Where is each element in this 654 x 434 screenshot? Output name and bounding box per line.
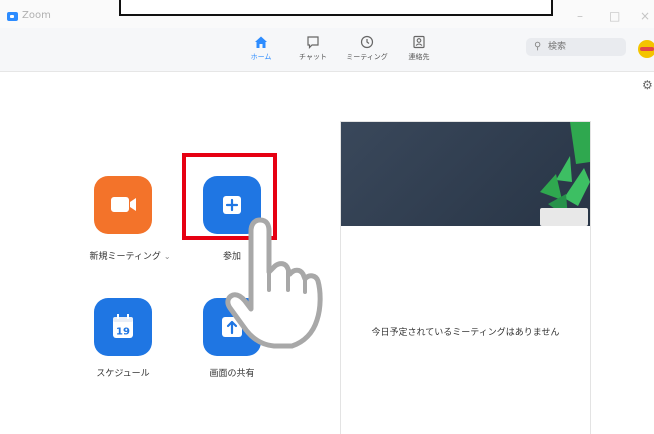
calendar-icon: 19 <box>113 314 133 338</box>
schedule-button[interactable]: 19 <box>94 298 152 356</box>
contacts-icon <box>413 35 425 49</box>
avatar[interactable] <box>638 40 654 58</box>
home-icon <box>255 36 267 48</box>
zoom-logo-icon <box>7 12 18 21</box>
chat-icon <box>307 36 319 49</box>
tab-chat[interactable]: チャット <box>289 34 337 62</box>
new-meeting-button[interactable] <box>94 176 152 234</box>
nav-bar: ホーム チャット ミーティング 連絡先 ⚲ <box>0 28 654 72</box>
share-screen-label: 画面の共有 <box>209 369 255 379</box>
tab-home-label: ホーム <box>250 53 272 61</box>
schedule-label: スケジュール <box>96 369 150 379</box>
close-button[interactable]: × <box>640 10 650 22</box>
tab-meetings[interactable]: ミーティング <box>343 34 391 62</box>
tab-meetings-label: ミーティング <box>346 53 388 61</box>
meeting-panel: 今日予定されているミーティングはありません <box>340 121 591 434</box>
calendar-day: 19 <box>116 327 130 338</box>
caption-frame <box>119 0 553 16</box>
search-icon: ⚲ <box>534 41 542 52</box>
clock-icon <box>360 35 374 49</box>
banner-illustration <box>341 122 590 226</box>
maximize-button[interactable]: □ <box>609 10 620 22</box>
new-meeting-label: 新規ミーティング ⌄ <box>89 252 171 262</box>
minimize-button[interactable]: – <box>577 10 583 22</box>
hand-pointer-icon <box>225 217 323 349</box>
tab-contacts-label: 連絡先 <box>408 53 430 61</box>
window-title: Zoom <box>22 10 51 21</box>
settings-gear-icon[interactable]: ⚙ <box>642 78 653 92</box>
search-input[interactable] <box>548 40 618 54</box>
chevron-down-icon[interactable]: ⌄ <box>164 252 171 261</box>
video-camera-icon <box>111 197 136 212</box>
tab-chat-label: チャット <box>299 53 327 61</box>
tab-home[interactable]: ホーム <box>237 34 285 62</box>
search-box[interactable]: ⚲ <box>526 38 626 56</box>
tab-contacts[interactable]: 連絡先 <box>395 34 443 62</box>
plant-illustration <box>540 122 590 226</box>
no-meetings-message: 今日予定されているミーティングはありません <box>371 328 560 338</box>
